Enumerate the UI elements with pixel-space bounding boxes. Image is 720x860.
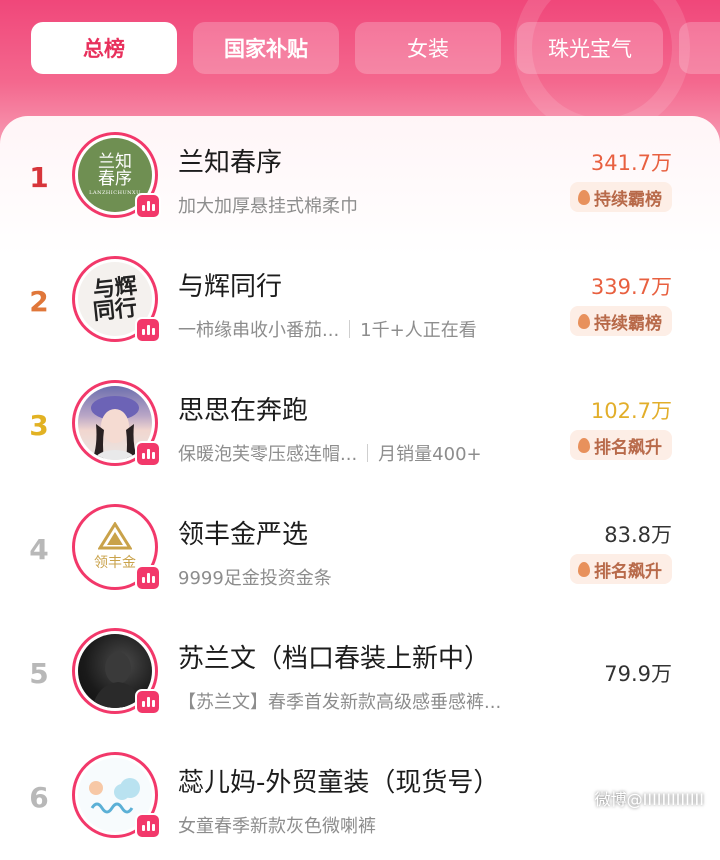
- streamer-name: 与辉同行: [178, 272, 283, 302]
- flame-icon: [578, 561, 590, 577]
- subtitle-text: 女童春季新款灰色微喇裤: [178, 816, 376, 837]
- subtitle-text: 9999足金投资金条: [178, 568, 332, 589]
- subtitle-text: 【苏兰文】春季首发新款高级感垂感裤...: [178, 692, 502, 713]
- streamer-subtitle: 9999足金投资金条: [178, 564, 332, 590]
- popularity-value: 83.8万: [604, 523, 672, 547]
- rank-number: 6: [29, 781, 49, 814]
- streamer-subtitle: 一柿缘串收小番茄... 1千+人正在看: [178, 316, 477, 342]
- streamer-name: 苏兰文（档口春装上新中）: [178, 644, 491, 674]
- flame-icon: [578, 437, 590, 453]
- live-badge-icon: [135, 317, 161, 343]
- avatar[interactable]: 领丰金: [72, 504, 161, 591]
- status-badge-label: 持续霸榜: [594, 313, 662, 334]
- ranking-row[interactable]: 4 领丰金 领丰金严选 9999足金投资金条 83.8万 排名飙升: [0, 488, 720, 612]
- status-badge: 持续霸榜: [570, 306, 672, 336]
- rank-number: 5: [29, 657, 49, 690]
- status-badge: 持续霸榜: [570, 182, 672, 212]
- avatar[interactable]: 兰知 春序 LANZHICHUNXU: [72, 132, 161, 219]
- sales-count: 月销量400+: [378, 444, 482, 465]
- category-tabs: 总榜 国家补贴 女装 珠光宝气 美: [0, 22, 720, 74]
- divider: [349, 320, 351, 338]
- tab-womens-clothing[interactable]: 女装: [355, 22, 501, 74]
- flame-icon: [578, 189, 590, 205]
- status-badge: 排名飙升: [570, 554, 672, 584]
- ranking-row[interactable]: 5 苏兰文（档口春装上新中） 【苏兰文】春季首发新款高级感垂感裤... 79.9…: [0, 612, 720, 736]
- rank-number: 1: [29, 161, 49, 194]
- divider: [367, 444, 369, 462]
- weibo-watermark: 微博@IIIIIIIIIIIII: [594, 790, 704, 809]
- live-badge-icon: [135, 441, 161, 467]
- ranking-row[interactable]: 2 与辉 同行 与辉同行 一柿缘串收小番茄... 1千+人正在看 339.7万 …: [0, 240, 720, 364]
- avatar[interactable]: [72, 628, 161, 715]
- subtitle-text: 一柿缘串收小番茄...: [178, 320, 340, 341]
- status-badge: 排名飙升: [570, 430, 672, 460]
- ranking-row[interactable]: 3 思思在奔跑 保暖泡芙零压感连帽... 月销量400+ 102.7万 排名飙升: [0, 364, 720, 488]
- status-badge-label: 持续霸榜: [594, 189, 662, 210]
- tab-national-subsidy[interactable]: 国家补贴: [193, 22, 339, 74]
- subtitle-text: 加大加厚悬挂式棉柔巾: [178, 196, 358, 217]
- ranking-row[interactable]: 1 兰知 春序 LANZHICHUNXU 兰知春序 加大加厚悬挂式棉柔巾 341…: [0, 116, 720, 240]
- avatar[interactable]: 与辉 同行: [72, 256, 161, 343]
- avatar[interactable]: [72, 752, 161, 839]
- streamer-name: 兰知春序: [178, 148, 283, 178]
- avatar-logo-text: 领丰金: [94, 555, 136, 571]
- rank-number: 4: [29, 533, 49, 566]
- rank-number: 2: [29, 285, 49, 318]
- streamer-subtitle: 女童春季新款灰色微喇裤: [178, 812, 376, 838]
- avatar-logo-text: 同行: [91, 294, 139, 326]
- streamer-subtitle: 【苏兰文】春季首发新款高级感垂感裤...: [178, 688, 501, 714]
- popularity-value: 339.7万: [590, 275, 672, 299]
- popularity-value: 341.7万: [590, 151, 672, 175]
- tab-jewelry[interactable]: 珠光宝气: [517, 22, 663, 74]
- flame-icon: [578, 313, 590, 329]
- streamer-name: 蕊儿妈-外贸童装（现货号）: [178, 768, 500, 798]
- streamer-name: 思思在奔跑: [178, 396, 309, 426]
- live-badge-icon: [135, 565, 161, 591]
- gold-triangle-logo-icon: [98, 522, 132, 550]
- rank-number: 3: [29, 409, 49, 442]
- live-badge-icon: [135, 689, 161, 715]
- ranking-list: 1 兰知 春序 LANZHICHUNXU 兰知春序 加大加厚悬挂式棉柔巾 341…: [0, 116, 720, 839]
- streamer-name: 领丰金严选: [178, 520, 309, 550]
- popularity-value: 79.9万: [604, 662, 672, 686]
- live-badge-icon: [135, 813, 161, 839]
- avatar-logo-text: LANZHICHUNXU: [89, 190, 141, 197]
- subtitle-text: 保暖泡芙零压感连帽...: [178, 444, 358, 465]
- status-badge-label: 排名飙升: [594, 561, 662, 582]
- popularity-value: 102.7万: [590, 399, 672, 423]
- streamer-subtitle: 加大加厚悬挂式棉柔巾: [178, 192, 358, 218]
- live-badge-icon: [135, 193, 161, 219]
- avatar-logo-text: 春序: [98, 169, 132, 190]
- viewer-count: 1千+人正在看: [360, 320, 477, 341]
- streamer-subtitle: 保暖泡芙零压感连帽... 月销量400+: [178, 440, 482, 466]
- tab-overall[interactable]: 总榜: [31, 22, 177, 74]
- status-badge-label: 排名飙升: [594, 437, 662, 458]
- avatar[interactable]: [72, 380, 161, 467]
- tab-beauty[interactable]: 美: [679, 22, 720, 74]
